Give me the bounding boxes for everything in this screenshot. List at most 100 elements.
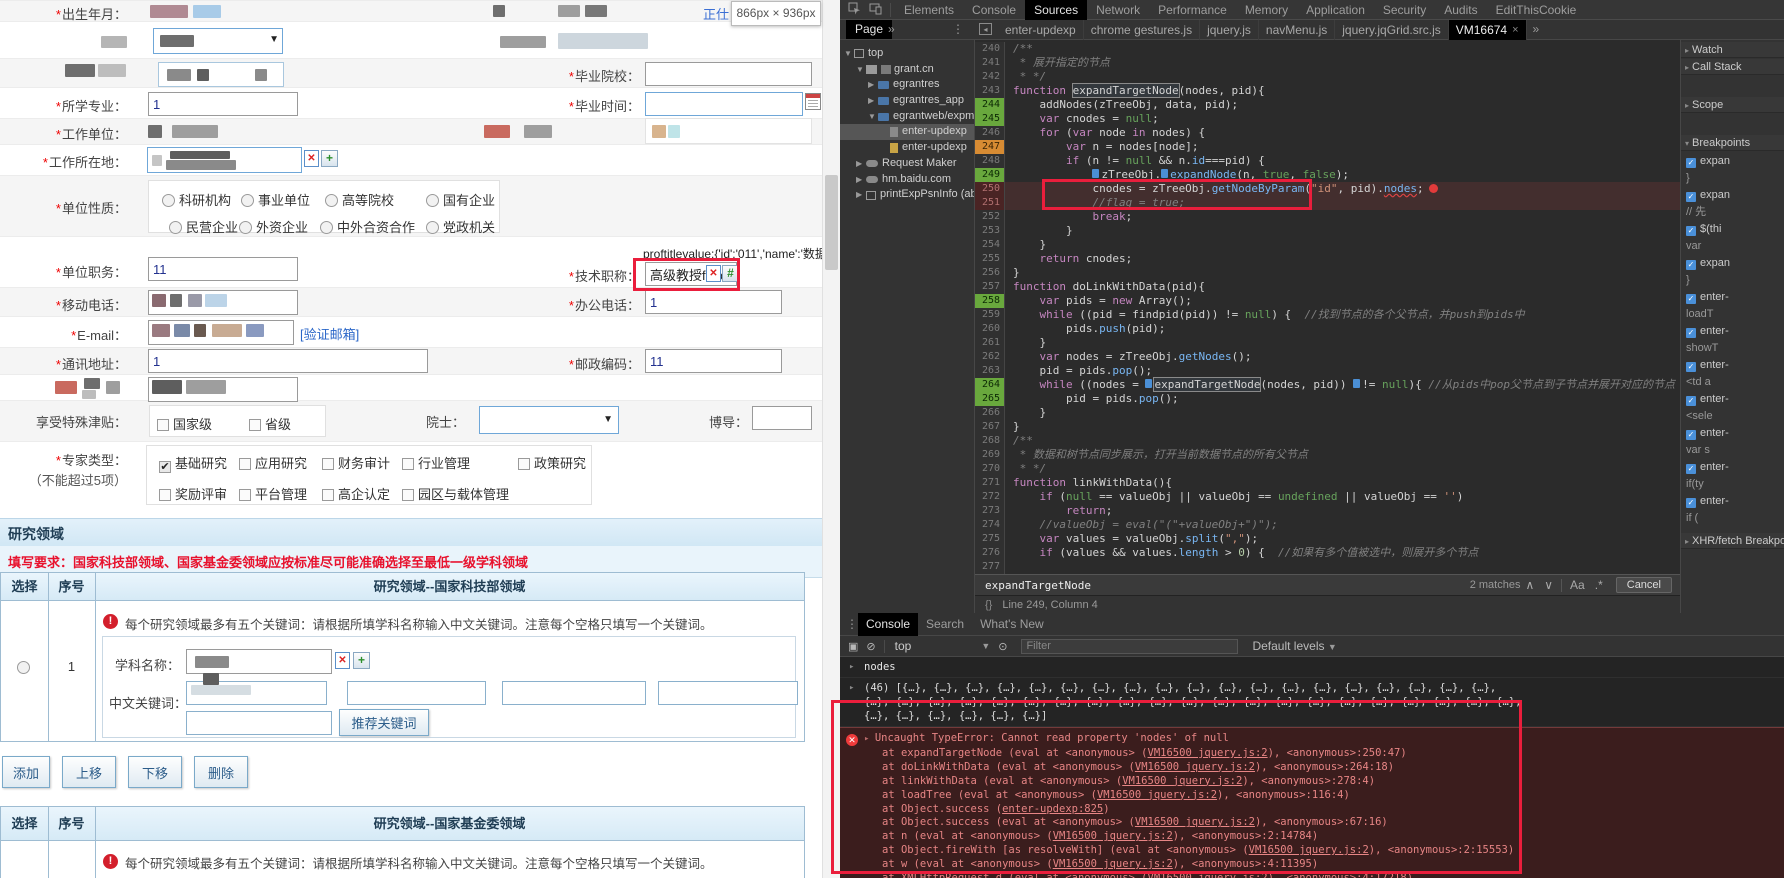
clear-console-icon[interactable]: ⊘	[866, 640, 875, 653]
code-line-257[interactable]: 257function doLinkWithData(pid){	[975, 280, 1680, 294]
close-tab-icon[interactable]: ×	[1512, 21, 1518, 40]
line-number[interactable]: 269	[975, 448, 1005, 462]
keyword-input[interactable]	[347, 681, 486, 705]
breakpoint-checkbox[interactable]: ✓	[1686, 328, 1696, 338]
devtools-tab-security[interactable]: Security	[1374, 0, 1435, 20]
line-number[interactable]: 241	[975, 56, 1005, 70]
breakpoint-item[interactable]: }	[1681, 170, 1784, 187]
expert-type-option-园区与载体管理[interactable]: 园区与载体管理	[402, 484, 509, 503]
search-query[interactable]: expandTargetNode	[985, 579, 1091, 592]
sidebar-pane-scope[interactable]: ▸Scope	[1681, 97, 1784, 113]
line-number[interactable]: 257	[975, 280, 1005, 294]
recommend-keywords-button[interactable]: 推荐关键词	[339, 709, 429, 736]
console-entry-expression[interactable]: ▸ nodes	[840, 657, 1784, 678]
line-number[interactable]: 266	[975, 406, 1005, 420]
row-select-radio[interactable]	[17, 661, 30, 674]
line-number[interactable]: 249	[975, 168, 1005, 182]
unit-nature-option-科研机构[interactable]: 科研机构	[162, 190, 231, 209]
line-number[interactable]: 253	[975, 224, 1005, 238]
line-number[interactable]: 245	[975, 112, 1005, 126]
line-number[interactable]: 250	[975, 182, 1005, 196]
line-number[interactable]: 247	[975, 140, 1005, 154]
drawer-menu-icon[interactable]: ⋮	[846, 617, 858, 631]
calendar-icon[interactable]	[805, 93, 821, 110]
line-number[interactable]: 252	[975, 210, 1005, 224]
console-tab-console[interactable]: Console	[858, 613, 918, 636]
code-line-262[interactable]: 262 var nodes = zTreeObj.getNodes();	[975, 350, 1680, 364]
expand-icon[interactable]: ▸	[849, 660, 854, 674]
code-line-250[interactable]: 250 cnodes = zTreeObj.getNodeByParam("id…	[975, 182, 1680, 196]
line-number[interactable]: 277	[975, 560, 1005, 574]
expand-icon[interactable]: ▸	[864, 734, 875, 744]
devtools-tab-network[interactable]: Network	[1087, 0, 1149, 20]
code-line-274[interactable]: 274 //valueObj = eval("("+valueObj+")");	[975, 518, 1680, 532]
picker-add-icon[interactable]: +	[321, 150, 338, 167]
breakpoint-checkbox[interactable]: ✓	[1686, 362, 1696, 372]
collapse-navigator-icon[interactable]: ◂	[979, 23, 992, 35]
breakpoint-item[interactable]: ✓enter-	[1681, 357, 1784, 374]
breakpoint-item[interactable]: ✓enter-	[1681, 493, 1784, 510]
devtools-tab-editthiscookie[interactable]: EditThisCookie	[1487, 0, 1586, 20]
code-line-243[interactable]: 243function expandTargetNode(nodes, pid)…	[975, 84, 1680, 98]
device-toolbar-icon[interactable]	[869, 2, 882, 18]
stack-frame-link[interactable]: VM16500 jquery.js:2	[1053, 830, 1173, 842]
keyword-input[interactable]	[502, 681, 646, 705]
subject-input[interactable]	[186, 649, 332, 674]
line-number[interactable]: 240	[975, 42, 1005, 56]
verify-email-link[interactable]: [验证邮箱]	[300, 324, 359, 343]
line-number[interactable]: 264	[975, 378, 1005, 392]
console-error-entry[interactable]: ✕ ▸ Uncaught TypeError: Cannot read prop…	[840, 727, 1784, 878]
scrollbar-thumb[interactable]	[825, 175, 838, 270]
breakpoint-item[interactable]: ✓expan	[1681, 153, 1784, 170]
code-line-249[interactable]: 249 zTreeObj.expandNode(n, true, false);	[975, 168, 1680, 182]
line-number[interactable]: 274	[975, 518, 1005, 532]
redacted-select[interactable]: ▼	[153, 28, 283, 54]
grad-school-input[interactable]	[645, 62, 812, 86]
code-line-270[interactable]: 270 * */	[975, 462, 1680, 476]
line-number[interactable]: 267	[975, 420, 1005, 434]
picker-add-icon[interactable]: +	[353, 652, 370, 669]
navigator-page-tab[interactable]: Page	[846, 20, 892, 39]
devtools-tab-application[interactable]: Application	[1297, 0, 1374, 20]
action-button-下移[interactable]: 下移	[128, 756, 182, 788]
devtools-tab-console[interactable]: Console	[963, 0, 1025, 20]
code-line-245[interactable]: 245 var cnodes = null;	[975, 112, 1680, 126]
academician-select[interactable]: ▼	[479, 406, 619, 434]
unit-nature-option-国有企业[interactable]: 国有企业	[426, 190, 495, 209]
picker-grid-icon[interactable]: #	[722, 265, 739, 282]
file-tab-navMenu.js[interactable]: navMenu.js	[1259, 20, 1335, 40]
clear-icon[interactable]: ✕	[335, 652, 350, 669]
code-line-248[interactable]: 248 if (n != null && n.id===pid) {	[975, 154, 1680, 168]
tree-item-hm.baidu.com[interactable]: ▶hm.baidu.com	[840, 172, 974, 188]
breakpoint-item[interactable]: ✓enter-	[1681, 425, 1784, 442]
clear-icon[interactable]: ✕	[706, 265, 721, 282]
stack-frame-link[interactable]: VM16500 jquery.js:2	[1097, 789, 1217, 801]
breakpoint-item[interactable]: ✓enter-	[1681, 459, 1784, 476]
stack-frame-link[interactable]: enter-updexp:825	[1002, 803, 1103, 815]
work-place-input[interactable]	[147, 147, 302, 173]
breakpoint-item[interactable]: var	[1681, 238, 1784, 255]
code-line-252[interactable]: 252 break;	[975, 210, 1680, 224]
file-tab-enter-updexp[interactable]: enter-updexp	[998, 20, 1084, 40]
line-number[interactable]: 268	[975, 434, 1005, 448]
breakpoint-item[interactable]: ✓enter-	[1681, 391, 1784, 408]
code-line-255[interactable]: 255 return cnodes;	[975, 252, 1680, 266]
code-line-267[interactable]: 267}	[975, 420, 1680, 434]
expert-type-option-基础研究[interactable]: ✔基础研究	[159, 453, 227, 473]
tree-item-egrantweb/expmana[interactable]: ▼egrantweb/expmana	[840, 109, 974, 125]
code-line-254[interactable]: 254 }	[975, 238, 1680, 252]
code-line-266[interactable]: 266 }	[975, 406, 1680, 420]
stack-frame-link[interactable]: VM16500 jquery.js:2	[1249, 844, 1369, 856]
line-number[interactable]: 255	[975, 252, 1005, 266]
console-sidebar-icon[interactable]: ▣	[848, 640, 858, 653]
sidebar-pane-watch[interactable]: ▸Watch	[1681, 42, 1784, 58]
office-phone-input[interactable]	[645, 290, 782, 314]
keyword-input[interactable]	[186, 711, 332, 735]
search-cancel-button[interactable]: Cancel	[1616, 577, 1672, 593]
code-line-265[interactable]: 265 pid = pids.pop();	[975, 392, 1680, 406]
line-number[interactable]: 248	[975, 154, 1005, 168]
line-number[interactable]: 251	[975, 196, 1005, 210]
console-tab-search[interactable]: Search	[918, 613, 972, 636]
code-line-263[interactable]: 263 pid = pids.pop();	[975, 364, 1680, 378]
devtools-tab-audits[interactable]: Audits	[1435, 0, 1486, 20]
